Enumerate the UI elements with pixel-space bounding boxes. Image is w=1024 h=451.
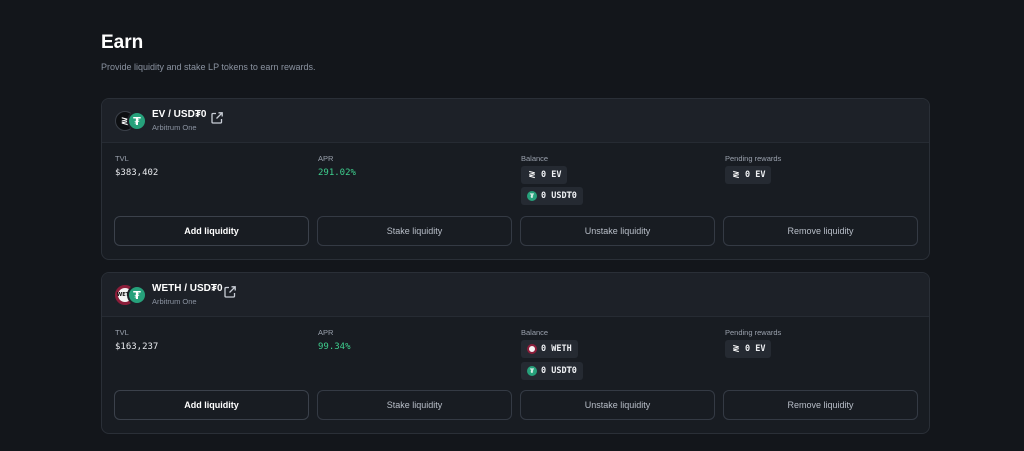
tvl-label: TVL (115, 328, 129, 337)
pair-icons: WETH ₮ (115, 285, 147, 305)
add-liquidity-button[interactable]: Add liquidity (114, 390, 309, 420)
weth-token-icon (527, 344, 537, 354)
pool-card-weth-usdt: WETH ₮ WETH / USD₮0 Arbitrum One TVL $16… (101, 272, 930, 434)
pending-rewards-value: 0 EV (745, 170, 766, 180)
pool-card-header: ≷ ₮ EV / USD₮0 Arbitrum One (102, 99, 929, 143)
stake-liquidity-button[interactable]: Stake liquidity (317, 390, 512, 420)
pair-name: EV / USD₮0 (152, 109, 207, 120)
tvl-stat: TVL $383,402 (115, 154, 158, 178)
usdt-token-icon: ₮ (127, 285, 147, 305)
pending-rewards-label: Pending rewards (725, 154, 782, 163)
apr-value: 291.02% (318, 168, 356, 178)
apr-label: APR (318, 328, 334, 337)
apr-stat: APR 99.34% (318, 328, 351, 352)
ev-token-icon: ≷ (732, 170, 740, 180)
unstake-liquidity-button[interactable]: Unstake liquidity (520, 216, 715, 246)
tvl-value: $163,237 (115, 342, 159, 352)
balance-label: Balance (521, 154, 549, 163)
external-link-icon[interactable] (223, 285, 237, 299)
balance-value: 0 USD₮0 (541, 191, 577, 201)
balance-stat: Balance ≷ 0 EV ₮ 0 USD₮0 (521, 154, 583, 205)
pool-card-header: WETH ₮ WETH / USD₮0 Arbitrum One (102, 273, 929, 317)
stake-liquidity-button[interactable]: Stake liquidity (317, 216, 512, 246)
apr-value: 99.34% (318, 342, 351, 352)
tvl-stat: TVL $163,237 (115, 328, 158, 352)
chain-name: Arbitrum One (152, 297, 197, 306)
usdt-token-icon: ₮ (127, 111, 147, 131)
pending-rewards-stat: Pending rewards ≷ 0 EV (725, 154, 781, 184)
tvl-value: $383,402 (115, 168, 159, 178)
usdt-token-icon: ₮ (527, 366, 537, 376)
remove-liquidity-button[interactable]: Remove liquidity (723, 390, 918, 420)
balance-value: 0 EV (541, 170, 562, 180)
pending-rewards-stat: Pending rewards ≷ 0 EV (725, 328, 781, 358)
external-link-icon[interactable] (210, 111, 224, 125)
chain-name: Arbitrum One (152, 123, 197, 132)
balance-chip-usdt: ₮ 0 USD₮0 (521, 362, 583, 380)
balance-chip-usdt: ₮ 0 USD₮0 (521, 187, 583, 205)
page-subtitle: Provide liquidity and stake LP tokens to… (101, 62, 316, 72)
add-liquidity-button[interactable]: Add liquidity (114, 216, 309, 246)
balance-stat: Balance 0 WETH ₮ 0 USD₮0 (521, 328, 583, 380)
apr-stat: APR 291.02% (318, 154, 356, 178)
balance-value: 0 WETH (541, 344, 572, 354)
pool-card-ev-usdt: ≷ ₮ EV / USD₮0 Arbitrum One TVL $383,402… (101, 98, 930, 260)
pair-name: WETH / USD₮0 (152, 283, 223, 294)
remove-liquidity-button[interactable]: Remove liquidity (723, 216, 918, 246)
balance-chip-ev: ≷ 0 EV (521, 166, 568, 184)
ev-token-icon: ≷ (528, 170, 536, 180)
balance-chip-weth: 0 WETH (521, 340, 578, 358)
pair-icons: ≷ ₮ (115, 111, 147, 131)
usdt-token-icon: ₮ (527, 191, 537, 201)
page-title: Earn (101, 32, 144, 53)
balance-label: Balance (521, 328, 549, 337)
apr-label: APR (318, 154, 334, 163)
pending-rewards-chip: ≷ 0 EV (725, 166, 772, 184)
ev-token-icon: ≷ (732, 344, 740, 354)
pending-rewards-value: 0 EV (745, 344, 766, 354)
balance-value: 0 USD₮0 (541, 366, 577, 376)
unstake-liquidity-button[interactable]: Unstake liquidity (520, 390, 715, 420)
pending-rewards-chip: ≷ 0 EV (725, 340, 772, 358)
pending-rewards-label: Pending rewards (725, 328, 782, 337)
tvl-label: TVL (115, 154, 129, 163)
